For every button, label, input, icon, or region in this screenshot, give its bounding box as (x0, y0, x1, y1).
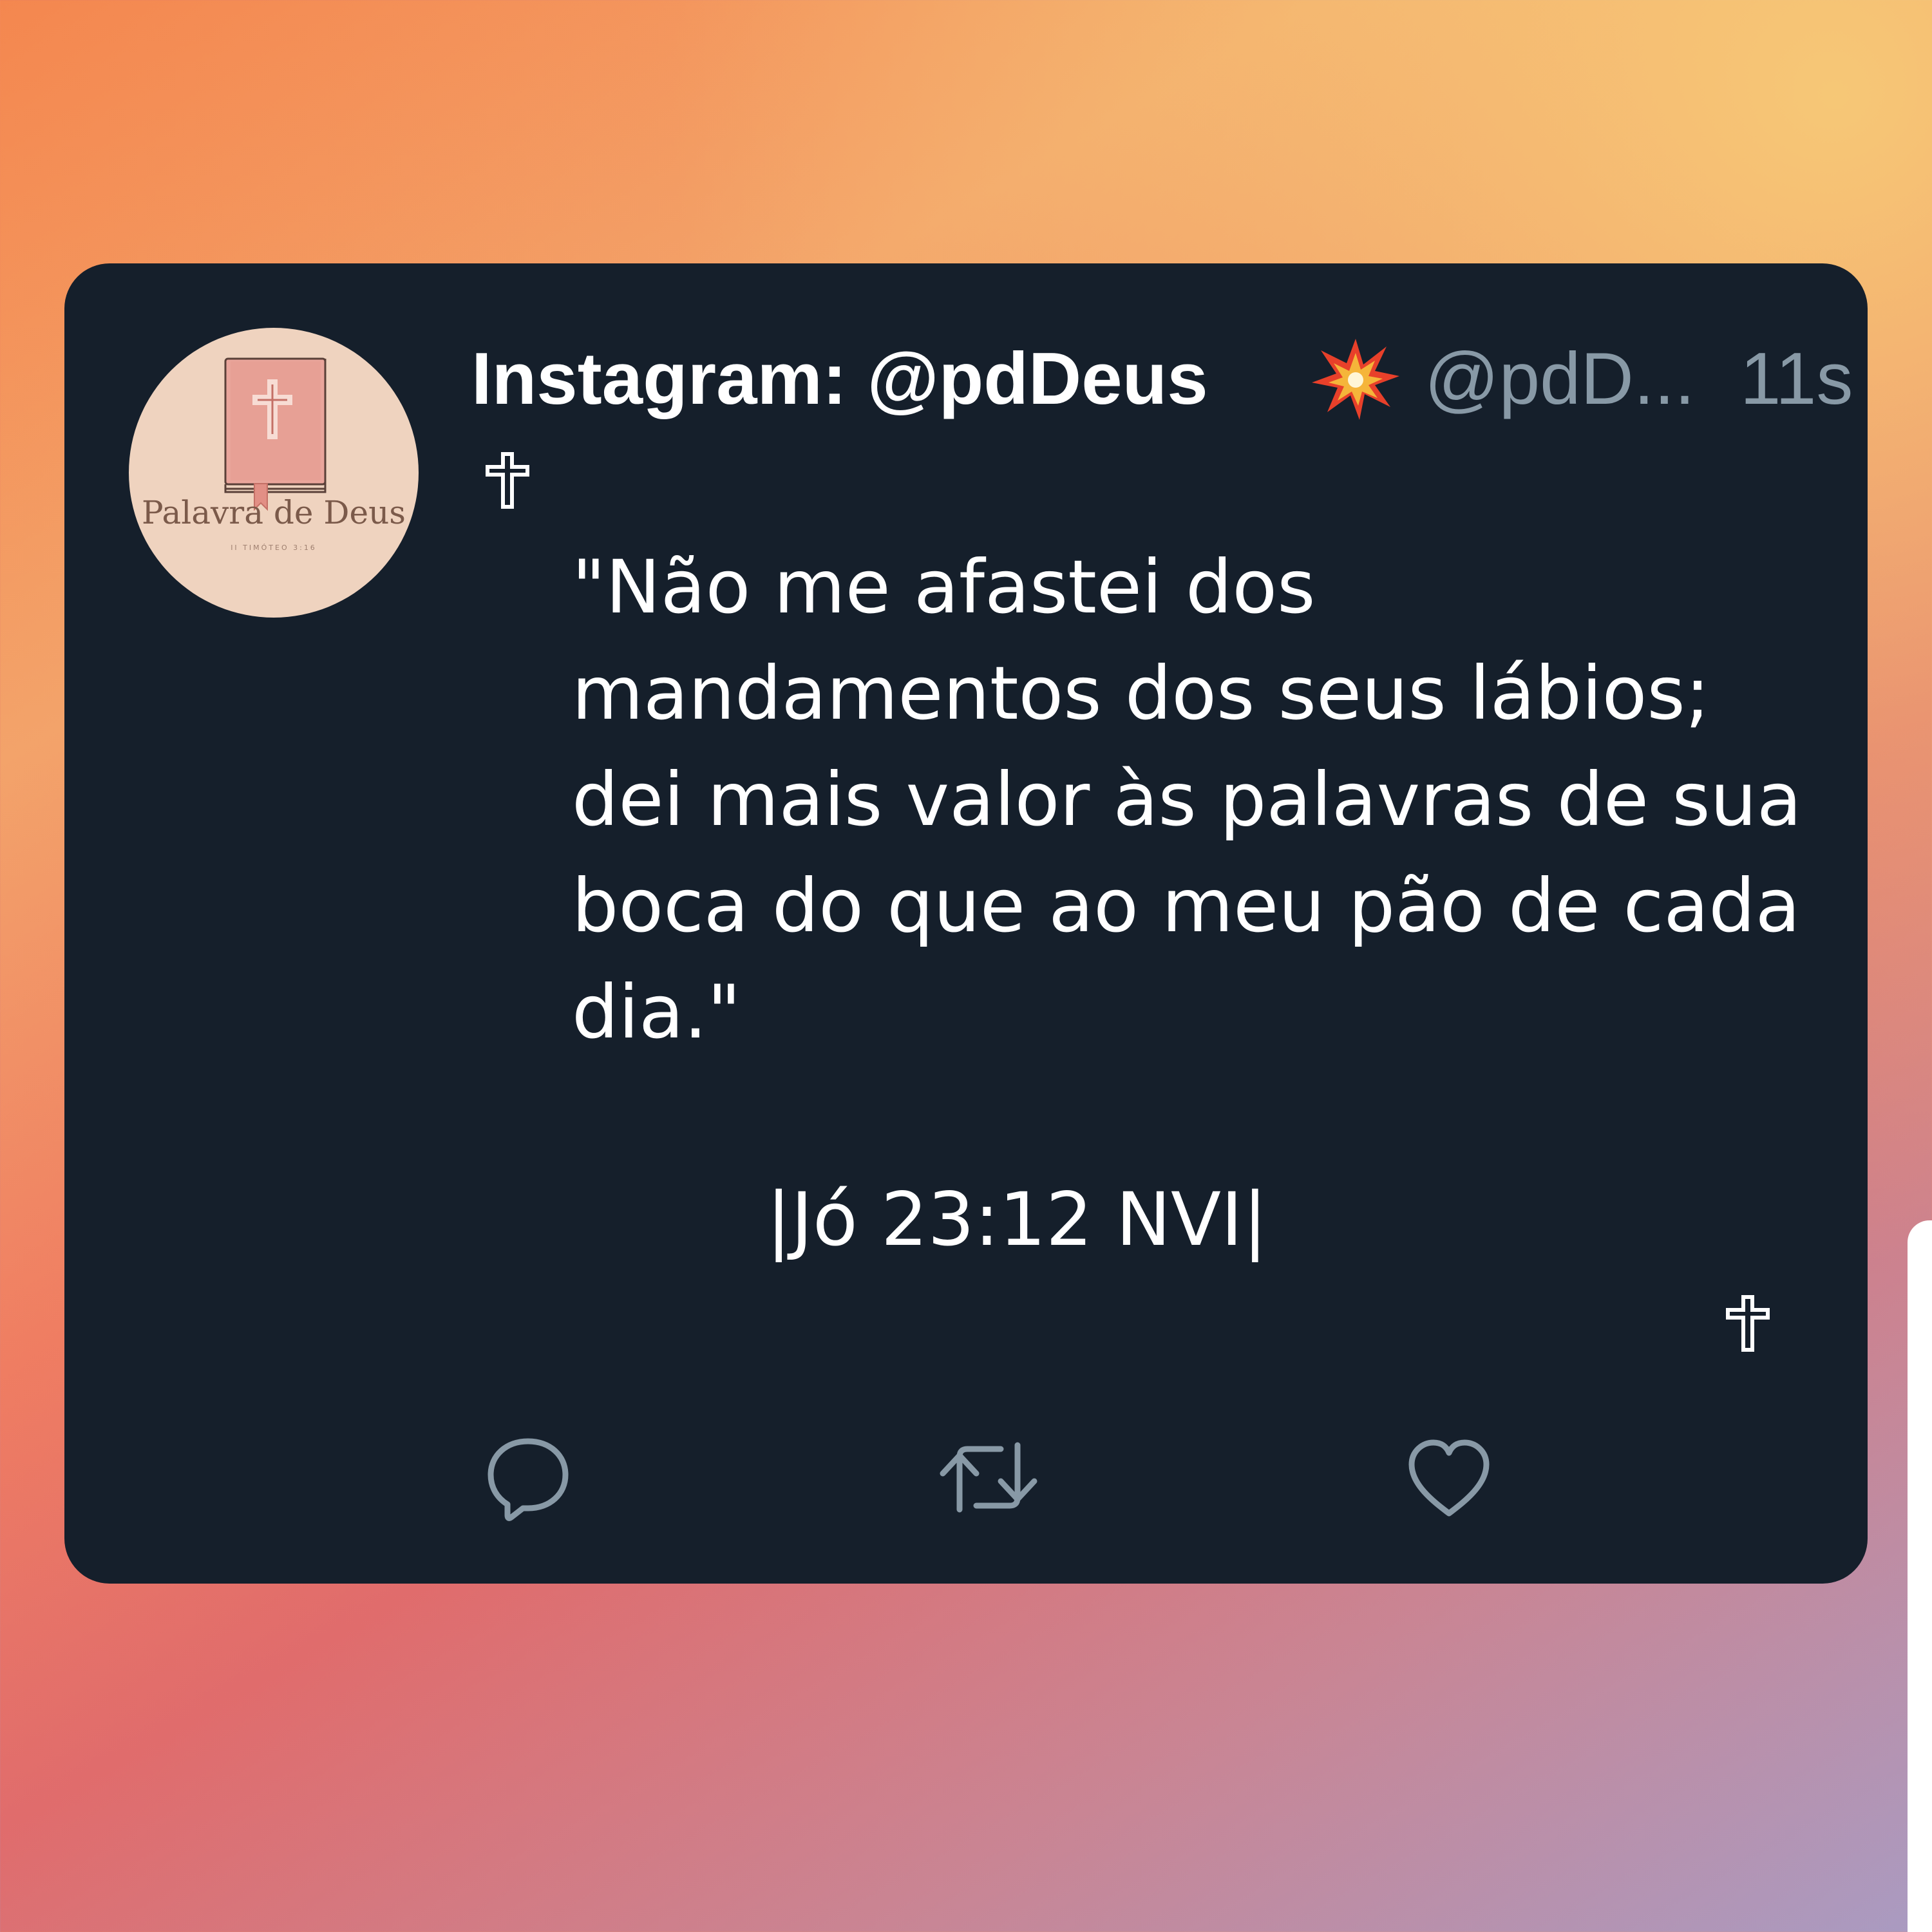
tweet-text: "Não me afastei dos mandamentos dos seus… (572, 544, 1802, 1055)
avatar-logo-subtitle: II TIMÓTEO 3:16 (231, 544, 317, 552)
like-button[interactable] (1404, 1432, 1494, 1522)
retweet-button[interactable] (934, 1432, 1043, 1522)
user-handle[interactable]: @pdD... (1425, 334, 1695, 424)
cross-icon (482, 450, 533, 511)
heart-icon (1408, 1439, 1490, 1517)
tweet-header: Instagram: @pdDeus @pdD... 11s (471, 334, 1853, 424)
bible-icon (224, 357, 327, 511)
display-name[interactable]: Instagram: @pdDeus (471, 334, 1208, 424)
reply-button[interactable] (483, 1432, 573, 1522)
reply-icon (488, 1438, 569, 1521)
tweet-card[interactable]: Palavra de Deus II TIMÓTEO 3:16 Instagra… (64, 263, 1868, 1584)
tweet-timestamp[interactable]: 11s (1740, 334, 1853, 424)
adjacent-card-edge (1908, 1220, 1932, 1932)
avatar-logo-title: Palavra de Deus (142, 494, 406, 531)
collision-icon (1311, 337, 1401, 424)
avatar[interactable]: Palavra de Deus II TIMÓTEO 3:16 (129, 328, 419, 618)
retweet-icon (940, 1442, 1037, 1513)
cross-icon (1722, 1293, 1774, 1354)
bible-reference: |Jó 23:12 NVI| (766, 1177, 1268, 1262)
